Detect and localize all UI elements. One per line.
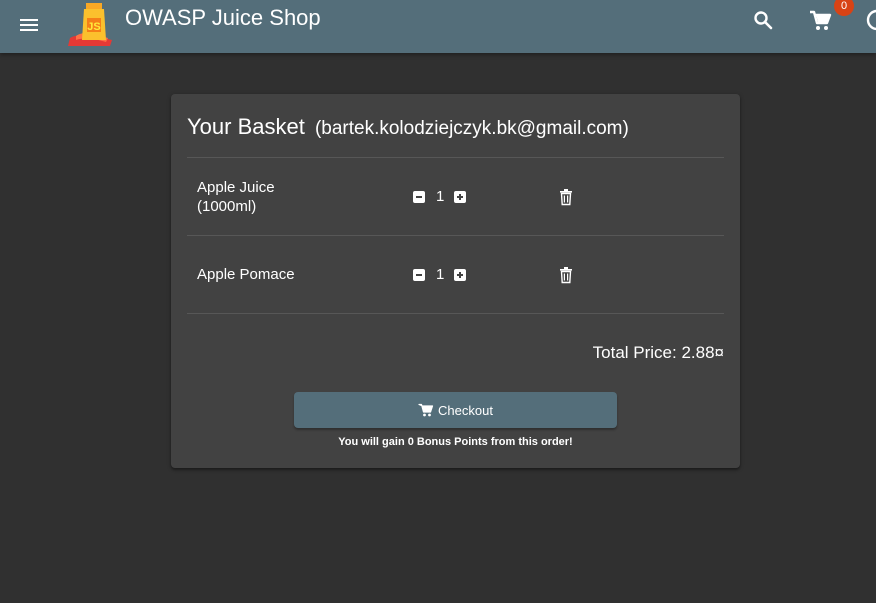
basket-row: Apple Pomace 1 bbox=[187, 236, 724, 313]
basket-heading: Your Basket (bartek.kolodziejczyk.bk@gma… bbox=[187, 114, 629, 142]
menu-button[interactable] bbox=[18, 14, 40, 36]
product-name: Apple Juice (1000ml) bbox=[197, 179, 275, 215]
checkout-button[interactable]: Checkout bbox=[294, 392, 617, 428]
checkout-label: Checkout bbox=[438, 402, 493, 418]
shopping-cart-icon bbox=[810, 10, 832, 30]
account-button[interactable] bbox=[866, 8, 876, 32]
basket-row: Apple Juice (1000ml) 1 bbox=[187, 158, 724, 235]
decrease-quantity-button[interactable] bbox=[413, 190, 425, 203]
increase-quantity-button[interactable] bbox=[454, 190, 467, 203]
juice-shop-logo[interactable]: JS bbox=[66, 0, 118, 46]
quantity-value: 1 bbox=[436, 188, 445, 205]
cart-check-icon bbox=[418, 403, 434, 417]
svg-text:JS: JS bbox=[87, 21, 100, 33]
quantity-stepper: 1 bbox=[413, 158, 467, 235]
cart-button[interactable] bbox=[807, 8, 833, 34]
cart-count-badge: 0 bbox=[834, 0, 854, 16]
minus-icon bbox=[416, 273, 422, 276]
basket-title: Your Basket bbox=[187, 114, 305, 139]
quantity-value: 1 bbox=[436, 266, 445, 283]
bonus-points-text: You will gain 0 Bonus Points from this o… bbox=[338, 436, 573, 448]
minus-icon bbox=[416, 195, 422, 198]
account-icon bbox=[866, 9, 876, 31]
quantity-stepper: 1 bbox=[413, 236, 467, 313]
search-icon bbox=[754, 11, 773, 30]
app-title[interactable]: OWASP Juice Shop bbox=[125, 6, 321, 30]
delete-item-button[interactable] bbox=[558, 266, 574, 284]
divider bbox=[187, 313, 724, 314]
delete-item-button[interactable] bbox=[558, 188, 574, 206]
increase-quantity-button[interactable] bbox=[454, 268, 467, 281]
product-name: Apple Pomace bbox=[197, 266, 295, 283]
total-price: Total Price: 2.88¤ bbox=[592, 343, 724, 362]
decrease-quantity-button[interactable] bbox=[413, 268, 425, 281]
basket-card: Your Basket (bartek.kolodziejczyk.bk@gma… bbox=[171, 94, 740, 468]
trash-icon bbox=[560, 267, 572, 284]
top-toolbar: JS OWASP Juice Shop 0 bbox=[0, 0, 876, 53]
search-button[interactable] bbox=[751, 8, 775, 32]
user-email: (bartek.kolodziejczyk.bk@gmail.com) bbox=[314, 118, 629, 139]
trash-icon bbox=[560, 189, 572, 206]
menu-icon bbox=[20, 19, 38, 31]
